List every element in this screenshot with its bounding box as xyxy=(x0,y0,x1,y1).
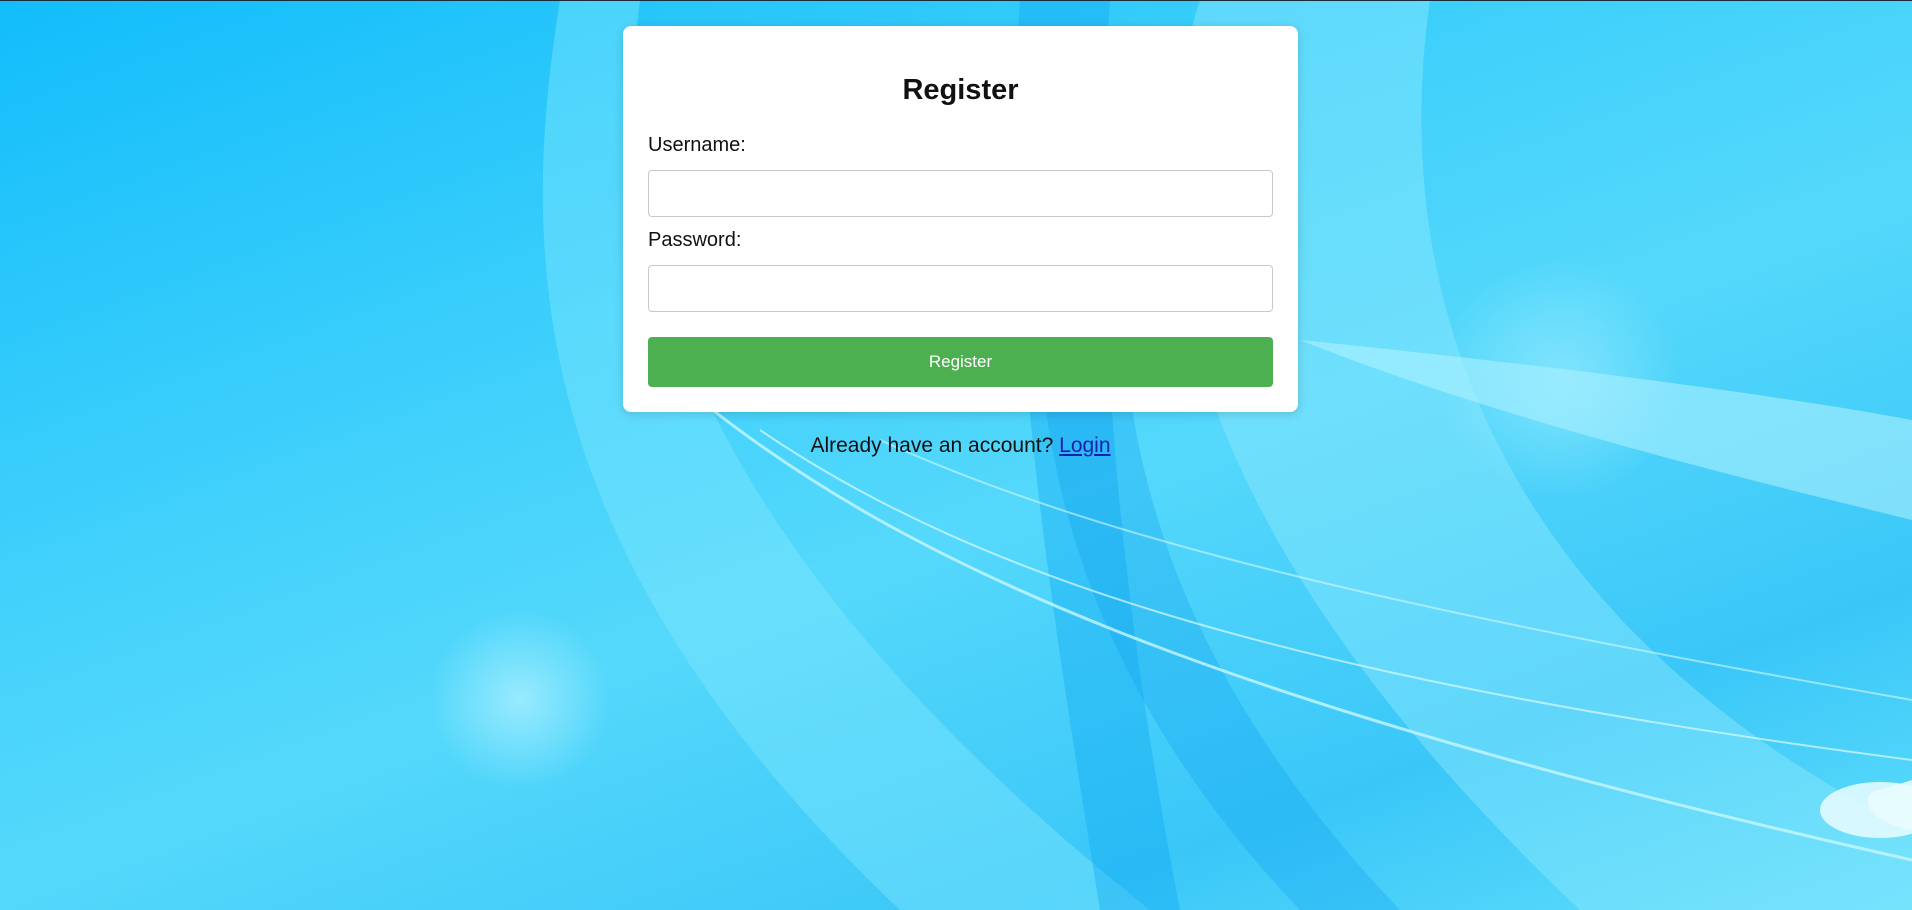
login-prompt-text: Already have an account? xyxy=(810,434,1054,457)
username-input[interactable] xyxy=(648,170,1273,217)
password-input[interactable] xyxy=(648,265,1273,312)
username-label: Username: xyxy=(648,134,746,156)
login-prompt: Already have an account? Login xyxy=(623,434,1298,458)
password-label: Password: xyxy=(648,229,742,251)
form-title: Register xyxy=(902,74,1019,106)
top-border xyxy=(0,0,1912,1)
login-link[interactable]: Login xyxy=(1059,434,1110,457)
register-card: Register Username: Password: Register xyxy=(623,26,1298,412)
register-button[interactable]: Register xyxy=(648,337,1273,387)
